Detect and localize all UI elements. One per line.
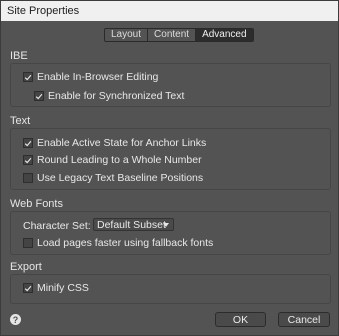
option-label: Enable In-Browser Editing <box>37 71 159 83</box>
window-titlebar: Site Properties <box>1 1 338 21</box>
checkbox-minify-css[interactable] <box>23 283 33 293</box>
character-set-label: Character Set: <box>23 219 91 232</box>
option-legacy-text-baseline[interactable]: Use Legacy Text Baseline Positions <box>23 172 203 184</box>
character-set-value: Default Subset <box>97 218 166 231</box>
option-label: Load pages faster using fallback fonts <box>37 237 214 249</box>
tab-bar: Layout Content Advanced <box>104 28 254 42</box>
option-minify-css[interactable]: Minify CSS <box>23 282 89 294</box>
character-set-row: Character Set: <box>23 219 91 232</box>
checkmark-icon <box>35 93 43 99</box>
option-enable-active-state[interactable]: Enable Active State for Anchor Links <box>23 137 206 149</box>
cancel-button[interactable]: Cancel <box>278 312 330 327</box>
option-label: Use Legacy Text Baseline Positions <box>37 172 204 184</box>
section-title-text: Text <box>10 115 31 127</box>
checkbox-legacy-text-baseline[interactable] <box>23 173 33 183</box>
chevron-down-icon <box>163 223 169 227</box>
checkmark-icon <box>24 140 32 146</box>
site-properties-dialog: Site Properties Layout Content Advanced … <box>0 0 339 336</box>
checkmark-icon <box>24 74 32 80</box>
section-title-export: Export <box>10 261 42 273</box>
tab-content[interactable]: Content <box>148 29 197 41</box>
window-title: Site Properties <box>7 5 80 17</box>
section-title-web-fonts: Web Fonts <box>10 198 63 210</box>
option-label: Enable Active State for Anchor Links <box>37 137 207 149</box>
checkbox-enable-active-state[interactable] <box>23 138 33 148</box>
option-label: Round Leading to a Whole Number <box>37 154 202 166</box>
option-label: Minify CSS <box>37 282 89 294</box>
checkmark-icon <box>24 157 32 163</box>
checkbox-enable-synchronized-text[interactable] <box>34 91 44 101</box>
option-load-fallback-fonts[interactable]: Load pages faster using fallback fonts <box>23 237 213 249</box>
tab-layout[interactable]: Layout <box>105 29 149 41</box>
option-enable-synchronized-text[interactable]: Enable for Synchronized Text <box>34 90 184 102</box>
help-icon[interactable]: ? <box>10 314 21 325</box>
checkbox-enable-in-browser-editing[interactable] <box>23 72 33 82</box>
checkbox-load-fallback-fonts[interactable] <box>23 238 33 248</box>
option-round-leading[interactable]: Round Leading to a Whole Number <box>23 154 202 166</box>
section-title-ibe: IBE <box>10 50 28 62</box>
checkmark-icon <box>24 285 32 291</box>
checkbox-round-leading[interactable] <box>23 155 33 165</box>
tab-advanced[interactable]: Advanced <box>196 29 253 41</box>
character-set-select[interactable]: Default Subset <box>93 218 174 231</box>
option-label: Enable for Synchronized Text <box>48 90 185 102</box>
option-enable-in-browser-editing[interactable]: Enable In-Browser Editing <box>23 71 158 83</box>
ok-button[interactable]: OK <box>215 312 266 327</box>
